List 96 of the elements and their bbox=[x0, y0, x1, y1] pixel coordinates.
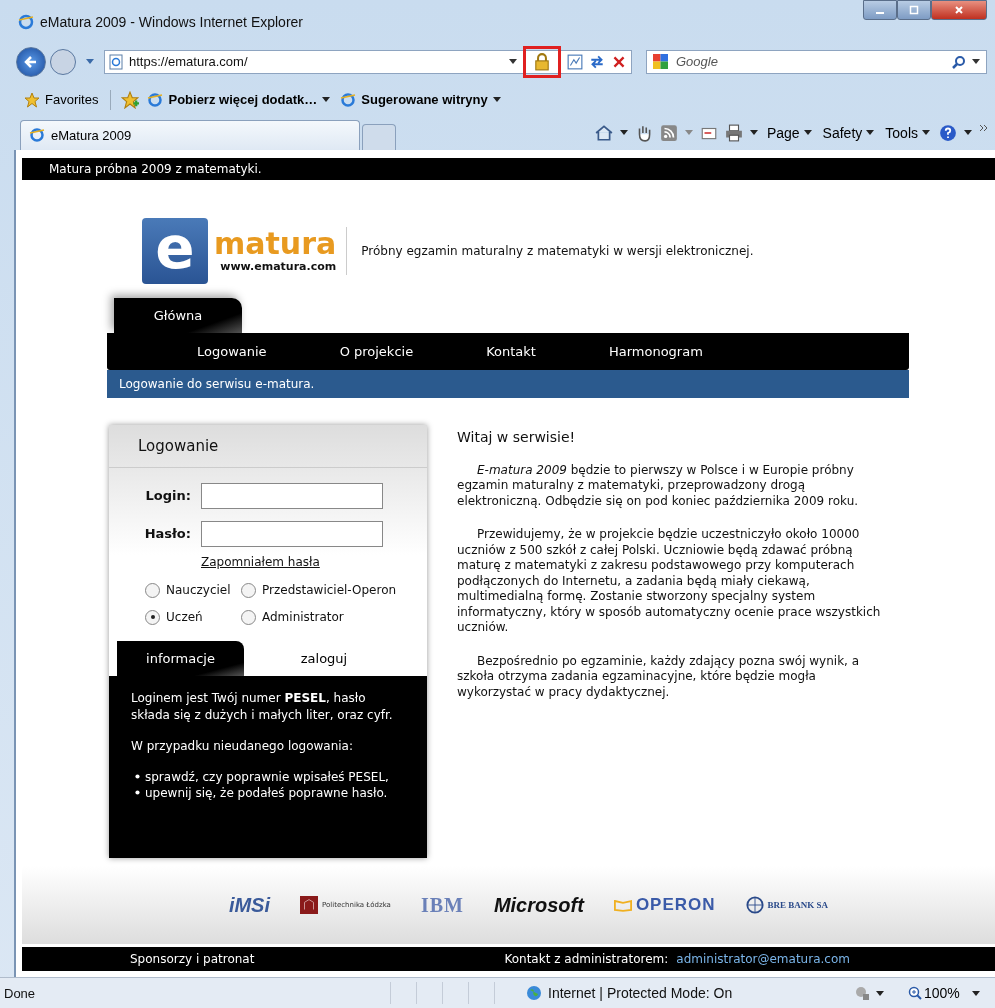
caret-icon bbox=[492, 97, 501, 103]
caret-icon bbox=[803, 130, 812, 136]
article-paragraph: Bezpośrednio po egzaminie, każdy zdający pozna swój wynik, a szkoła otrzyma zadania egzaminacyjne, które będzie mogła wykorzystać w pracy dydaktycznej. bbox=[457, 653, 861, 701]
crest-icon bbox=[300, 896, 318, 915]
article-heading: Witaj w serwisie! bbox=[457, 428, 577, 445]
back-button[interactable] bbox=[16, 46, 46, 77]
ie-logo-icon bbox=[29, 127, 45, 144]
sponsor-logo[interactable]: OPERON bbox=[635, 895, 716, 916]
command-menu[interactable]: Tools bbox=[883, 124, 932, 141]
star-icon bbox=[24, 91, 40, 108]
footer-text: Kontakt z administratorem: bbox=[504, 952, 669, 967]
logo-name: matura bbox=[214, 228, 337, 261]
info-text: W przypadku nieudanego logowania: bbox=[131, 737, 355, 755]
ie-logo-icon bbox=[18, 13, 34, 30]
print-icon[interactable] bbox=[724, 123, 743, 142]
favorites-bar-item[interactable]: Sugerowane witryny bbox=[338, 91, 503, 108]
security-zone-text: Internet | Protected Mode: On bbox=[548, 985, 734, 1001]
breadcrumb-text: Logowanie do serwisu e-matura. bbox=[119, 376, 315, 391]
info-text: upewnij się, że podałeś poprawne hasło. bbox=[145, 784, 388, 801]
input-field[interactable] bbox=[201, 482, 383, 509]
article-paragraph: E-matura 2009 będzie to pierwszy w Polsce i w Europie próbny egzamin maturalny z matematyki, przeprowadzony drogą elektroniczną. Odbędzie się on pod koniec października 2009 roku. bbox=[457, 462, 860, 510]
ie-logo-icon bbox=[147, 91, 164, 108]
maximize-button[interactable] bbox=[897, 0, 931, 20]
login-tab[interactable]: zaloguj bbox=[244, 640, 404, 676]
field-label: Hasło: bbox=[143, 526, 191, 542]
home-icon[interactable] bbox=[594, 123, 613, 142]
close-button[interactable] bbox=[931, 0, 987, 20]
tagline: Próbny egzamin maturalny z matematyki w wersji elektronicznej. bbox=[361, 243, 754, 258]
nav-link[interactable]: Logowanie bbox=[197, 343, 267, 359]
role-radio[interactable]: Nauczyciel bbox=[145, 582, 231, 598]
logo-letter: e bbox=[142, 217, 208, 284]
minimize-icon bbox=[876, 12, 884, 14]
site-title: Matura próbna 2009 z matematyki. bbox=[49, 161, 262, 176]
book-icon bbox=[613, 898, 632, 912]
nav-link[interactable]: Kontakt bbox=[486, 343, 536, 359]
footer-text: Sponsorzy i patronat bbox=[130, 952, 255, 967]
bullet-icon bbox=[135, 774, 140, 780]
chevron-icon[interactable] bbox=[979, 123, 989, 132]
page-icon bbox=[109, 53, 123, 70]
main-tab[interactable]: Główna bbox=[114, 297, 242, 333]
dropdown-arrow-icon[interactable] bbox=[876, 990, 884, 996]
favorites-bar-item[interactable]: Pobierz więcej dodatk… bbox=[145, 91, 333, 108]
status-text: Done bbox=[4, 985, 37, 1001]
command-menu[interactable]: Page bbox=[764, 124, 814, 141]
sponsor-logo[interactable]: Microsoft bbox=[493, 893, 584, 917]
role-radio[interactable]: Administrator bbox=[241, 609, 344, 625]
nav-link[interactable]: O projekcie bbox=[339, 343, 414, 359]
caret-icon bbox=[866, 130, 875, 136]
zoom-button[interactable]: 100% bbox=[902, 984, 966, 1002]
add-favorite-icon[interactable] bbox=[121, 90, 140, 109]
arrow-left-icon bbox=[23, 53, 39, 70]
minimize-button[interactable] bbox=[863, 0, 897, 20]
feed-icon[interactable] bbox=[659, 123, 678, 142]
google-logo-icon bbox=[653, 54, 668, 70]
forgot-password-link[interactable]: Zapomniałem hasła bbox=[201, 554, 320, 569]
info-text: Loginem jest Twój numer PESEL, hasło składa się z dużych i małych liter, oraz cyfr. bbox=[131, 689, 394, 724]
globe-emblem-icon bbox=[745, 896, 764, 915]
bullet-icon bbox=[135, 790, 140, 796]
input-field[interactable] bbox=[201, 520, 383, 547]
dropdown-arrow-icon[interactable] bbox=[749, 130, 758, 136]
help-icon[interactable] bbox=[939, 123, 957, 142]
article-paragraph: Przewidujemy, że w projekcie będzie uczestniczyło około 10000 uczniów z 500 szkół z całej Polski. Uczniowie będą zdawać próbną maturę z matematyki z zakresu podstawowego przy komputerach podłączonych do Internetu, a zadania będą miały ciekawą, multimedialną formę. Zostanie stworzony specjalny system informatyczny, który w sposób automatyczny ocenie prace wszystkich uczniów. bbox=[457, 527, 882, 636]
info-text: sprawdź, czy poprawnie wpisałeś PESEL, bbox=[145, 768, 389, 785]
caret-icon bbox=[322, 97, 331, 103]
refresh-icon[interactable] bbox=[589, 53, 605, 70]
close-icon bbox=[954, 5, 964, 15]
caret-icon bbox=[922, 130, 930, 136]
role-radio[interactable]: Przedstawiciel-Operon bbox=[241, 582, 397, 598]
search-icon[interactable] bbox=[952, 54, 966, 69]
window-title: eMatura 2009 - Windows Internet Explorer bbox=[40, 13, 303, 30]
nav-link[interactable]: Harmonogram bbox=[608, 343, 703, 359]
field-label: Login: bbox=[144, 488, 191, 504]
command-menu[interactable]: Safety bbox=[820, 124, 877, 141]
dropdown-arrow-icon[interactable] bbox=[619, 130, 628, 136]
sponsor-logo[interactable]: iMSi bbox=[228, 893, 270, 917]
browser-tab[interactable]: eMatura 2009 bbox=[20, 119, 360, 150]
role-radio[interactable]: Uczeń bbox=[145, 609, 203, 625]
dropdown-arrow-icon[interactable] bbox=[964, 130, 972, 136]
forward-button[interactable] bbox=[50, 48, 76, 75]
search-field[interactable]: Google bbox=[646, 49, 987, 74]
url-text: https://ematura.com/ bbox=[129, 54, 249, 70]
globe-icon bbox=[526, 985, 542, 1001]
dropdown-arrow-icon[interactable] bbox=[971, 990, 980, 996]
dropdown-arrow-icon[interactable] bbox=[509, 59, 517, 65]
ie-logo-icon bbox=[340, 91, 357, 108]
compatibility-icon[interactable] bbox=[567, 53, 583, 70]
login-tab[interactable]: informacje bbox=[117, 640, 244, 676]
logo-url: www.ematura.com bbox=[219, 260, 337, 274]
dropdown-arrow-icon[interactable] bbox=[972, 59, 980, 65]
favorites-bar-item[interactable]: Favorites bbox=[22, 91, 101, 108]
sponsor-logo[interactable]: BRE BANK SA bbox=[767, 900, 829, 911]
login-title: Logowanie bbox=[109, 424, 427, 468]
padlock-icon[interactable] bbox=[534, 52, 550, 71]
magnifier-icon bbox=[908, 986, 922, 1000]
maximize-icon bbox=[909, 5, 919, 15]
email-link[interactable]: administrator@ematura.com bbox=[676, 952, 850, 967]
